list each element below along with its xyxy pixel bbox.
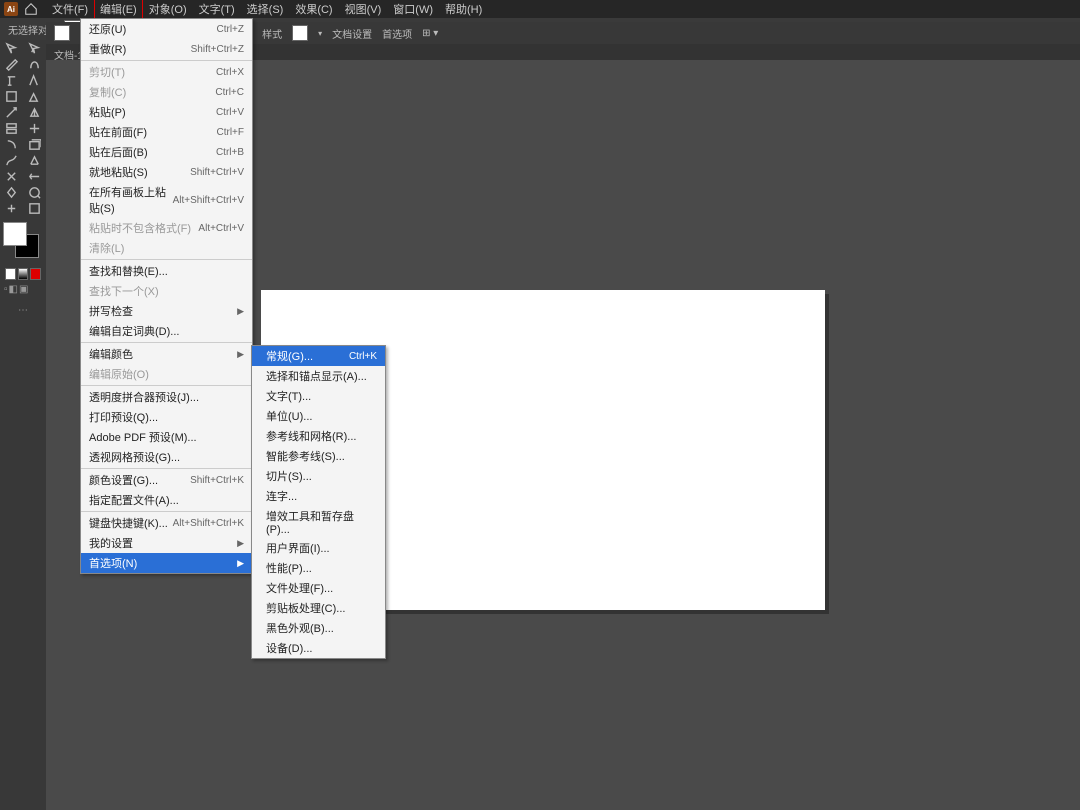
edit-item-6[interactable]: 贴在前面(F)Ctrl+F [81,122,252,142]
tool-9[interactable] [23,104,46,120]
edit-item-29[interactable]: 键盘快捷键(K)...Alt+Shift+Ctrl+K [81,513,252,533]
preferences-button[interactable]: 首选项 [382,26,412,41]
pref-item-13[interactable]: 黑色外观(B)... [252,618,385,638]
edit-item-3: 剪切(T)Ctrl+X [81,62,252,82]
edit-item-15[interactable]: 拼写检查▶ [81,301,252,321]
align-icon[interactable]: ⊞ ▾ [422,28,438,39]
fill-swatch[interactable] [54,25,70,41]
tool-12[interactable] [0,136,23,152]
pref-item-8[interactable]: 增效工具和暂存盘(P)... [252,506,385,538]
edit-item-11: 清除(L) [81,238,252,258]
menu-5[interactable]: 效果(C) [289,0,338,19]
color-mode-swatches[interactable] [0,266,46,282]
edit-item-18[interactable]: 编辑颜色▶ [81,344,252,364]
menu-3[interactable]: 文字(T) [193,0,241,19]
tool-11[interactable] [23,120,46,136]
tool-5[interactable] [23,72,46,88]
pref-item-1[interactable]: 选择和锚点显示(A)... [252,366,385,386]
tool-14[interactable] [0,152,23,168]
menu-1[interactable]: 编辑(E) [94,0,143,19]
tool-20[interactable] [0,200,23,216]
tool-17[interactable] [23,168,46,184]
edit-item-13[interactable]: 查找和替换(E)... [81,261,252,281]
pref-item-14[interactable]: 设备(D)... [252,638,385,658]
edit-item-5[interactable]: 粘贴(P)Ctrl+V [81,102,252,122]
preferences-submenu: 常规(G)...Ctrl+K选择和锚点显示(A)...文字(T)...单位(U)… [251,345,386,659]
tool-6[interactable] [0,88,23,104]
edit-item-19: 编辑原始(O) [81,364,252,384]
more-icon[interactable]: ⋯ [0,303,46,318]
tool-3[interactable] [23,56,46,72]
tool-0[interactable] [0,40,23,56]
doc-setup-button[interactable]: 文档设置 [332,26,372,41]
pref-item-7[interactable]: 连字... [252,486,385,506]
pref-item-10[interactable]: 性能(P)... [252,558,385,578]
tool-15[interactable] [23,152,46,168]
edit-item-21[interactable]: 透明度拼合器预设(J)... [81,387,252,407]
pref-item-5[interactable]: 智能参考线(S)... [252,446,385,466]
menu-7[interactable]: 窗口(W) [387,0,439,19]
edit-item-8[interactable]: 就地粘贴(S)Shift+Ctrl+V [81,162,252,182]
pref-item-12[interactable]: 剪贴板处理(C)... [252,598,385,618]
tool-7[interactable] [23,88,46,104]
edit-item-22[interactable]: 打印预设(Q)... [81,407,252,427]
pref-item-11[interactable]: 文件处理(F)... [252,578,385,598]
tool-21[interactable] [23,200,46,216]
edit-item-23[interactable]: Adobe PDF 预设(M)... [81,427,252,447]
edit-item-24[interactable]: 透视网格预设(G)... [81,447,252,467]
edit-item-16[interactable]: 编辑自定词典(D)... [81,321,252,341]
style-label: 样式 [262,26,282,41]
home-icon[interactable] [24,2,38,16]
style-swatch[interactable] [292,25,308,41]
pref-item-9[interactable]: 用户界面(I)... [252,538,385,558]
edit-item-26[interactable]: 颜色设置(G)...Shift+Ctrl+K [81,470,252,490]
tool-16[interactable] [0,168,23,184]
menu-4[interactable]: 选择(S) [241,0,290,19]
tool-4[interactable] [0,72,23,88]
pref-item-0[interactable]: 常规(G)...Ctrl+K [252,346,385,366]
tool-8[interactable] [0,104,23,120]
edit-item-14: 查找下一个(X) [81,281,252,301]
menu-0[interactable]: 文件(F) [46,0,94,19]
tool-10[interactable] [0,120,23,136]
tool-19[interactable] [23,184,46,200]
edit-item-30[interactable]: 我的设置▶ [81,533,252,553]
pref-item-6[interactable]: 切片(S)... [252,466,385,486]
app-topbar: Ai 文件(F)编辑(E)对象(O)文字(T)选择(S)效果(C)视图(V)窗口… [0,0,1080,18]
pref-item-3[interactable]: 单位(U)... [252,406,385,426]
tool-1[interactable] [23,40,46,56]
edit-item-1[interactable]: 重做(R)Shift+Ctrl+Z [81,39,252,59]
screen-mode-icons[interactable]: ▫◧▣ [0,282,46,297]
edit-item-27[interactable]: 指定配置文件(A)... [81,490,252,510]
edit-item-31[interactable]: 首选项(N)▶ [81,553,252,573]
app-logo: Ai [4,2,18,16]
fill-stroke-swatch[interactable] [3,222,43,262]
pref-item-4[interactable]: 参考线和网格(R)... [252,426,385,446]
menu-6[interactable]: 视图(V) [339,0,388,19]
menubar: 文件(F)编辑(E)对象(O)文字(T)选择(S)效果(C)视图(V)窗口(W)… [46,0,488,18]
tool-2[interactable] [0,56,23,72]
tool-sidebar: ▫◧▣ ⋯ [0,40,46,810]
edit-item-4: 复制(C)Ctrl+C [81,82,252,102]
tool-18[interactable] [0,184,23,200]
edit-item-0[interactable]: 还原(U)Ctrl+Z [81,19,252,39]
tool-13[interactable] [23,136,46,152]
edit-item-7[interactable]: 贴在后面(B)Ctrl+B [81,142,252,162]
edit-item-10: 粘贴时不包含格式(F)Alt+Ctrl+V [81,218,252,238]
pref-item-2[interactable]: 文字(T)... [252,386,385,406]
edit-menu-dropdown: 还原(U)Ctrl+Z重做(R)Shift+Ctrl+Z 剪切(T)Ctrl+X复… [80,18,253,574]
menu-8[interactable]: 帮助(H) [439,0,488,19]
edit-item-9[interactable]: 在所有画板上粘贴(S)Alt+Shift+Ctrl+V [81,182,252,218]
menu-2[interactable]: 对象(O) [143,0,193,19]
